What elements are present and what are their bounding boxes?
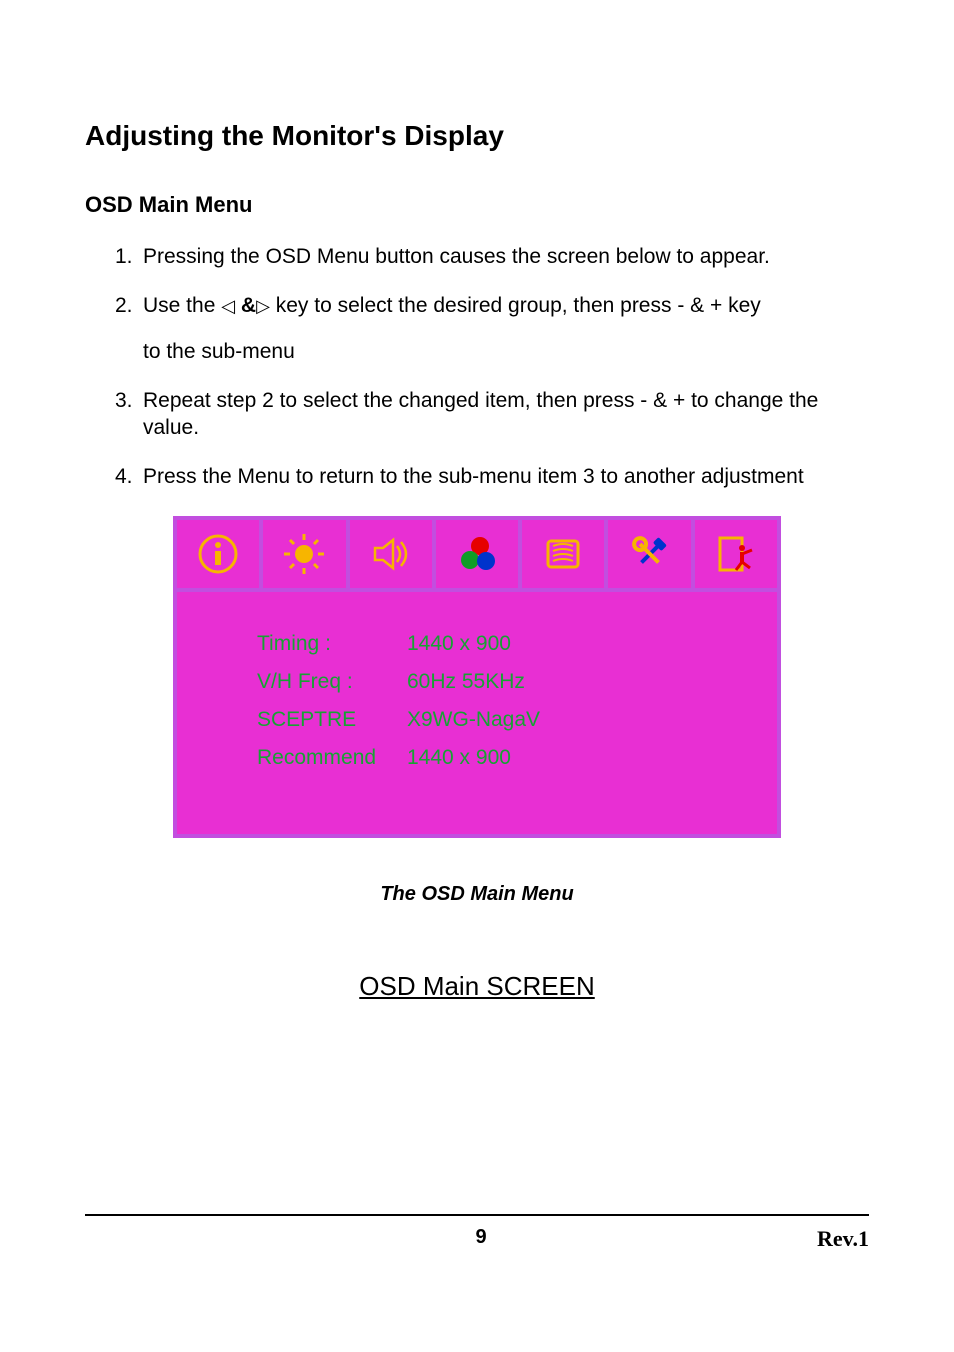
step-2a: Use the (143, 294, 221, 317)
osd-value: 60Hz 55KHz (407, 670, 525, 694)
list-number: 4. (115, 463, 143, 490)
osd-label: V/H Freq : (257, 670, 407, 694)
osd-caption: The OSD Main Menu (85, 883, 869, 906)
osd-body: Timing : 1440 x 900 V/H Freq : 60Hz 55KH… (177, 592, 777, 834)
osd-screen-title: OSD Main SCREEN (85, 971, 869, 1002)
osd-panel: Timing : 1440 x 900 V/H Freq : 60Hz 55KH… (173, 516, 781, 838)
list-number: 1. (115, 243, 143, 270)
osd-row: Recommend 1440 x 900 (257, 746, 777, 770)
section-heading: OSD Main Menu (85, 192, 869, 218)
osd-row: Timing : 1440 x 900 (257, 632, 777, 656)
osd-label: Recommend (257, 746, 407, 770)
page-title: Adjusting the Monitor's Display (85, 120, 869, 152)
color-icon (453, 530, 501, 578)
osd-tab-color[interactable] (436, 520, 522, 588)
osd-value: 1440 x 900 (407, 632, 511, 656)
list-number: 2. (115, 292, 143, 319)
osd-tab-volume[interactable] (350, 520, 436, 588)
osd-label: Timing : (257, 632, 407, 656)
osd-row: SCEPTRE X9WG-NagaV (257, 708, 777, 732)
step-3: Repeat step 2 to select the changed item… (143, 387, 869, 442)
brightness-icon (280, 530, 328, 578)
page-number: 9 (475, 1226, 486, 1252)
volume-icon (367, 530, 415, 578)
osd-value: X9WG-NagaV (407, 708, 540, 732)
info-icon (194, 530, 242, 578)
instruction-list: 1. Pressing the OSD Menu button causes t… (85, 243, 869, 491)
osd-tab-brightness[interactable] (263, 520, 349, 588)
list-number: 3. (115, 387, 143, 442)
exit-icon (712, 530, 760, 578)
osd-label: SCEPTRE (257, 708, 407, 732)
osd-row: V/H Freq : 60Hz 55KHz (257, 670, 777, 694)
revision-label: Rev.1 (817, 1226, 869, 1252)
step-4: Press the Menu to return to the sub-menu… (143, 463, 869, 490)
osd-value: 1440 x 900 (407, 746, 511, 770)
triangle-right-icon: ▷ (256, 295, 270, 318)
page-footer: 9 Rev.1 (85, 1214, 869, 1252)
triangle-left-icon: ◁ (221, 295, 235, 318)
osd-tab-bar (177, 520, 777, 592)
step-2: Use the ◁ &▷ key to select the desired g… (143, 292, 869, 319)
tools-icon (626, 530, 674, 578)
step-2-sub: to the sub-menu (143, 338, 869, 365)
step-2b: key to select the desired group, then pr… (270, 294, 761, 317)
osd-tab-geometry[interactable] (522, 520, 608, 588)
osd-tab-exit[interactable] (695, 520, 777, 588)
geometry-icon (539, 530, 587, 578)
osd-tab-tools[interactable] (608, 520, 694, 588)
osd-tab-info[interactable] (177, 520, 263, 588)
step-1: Pressing the OSD Menu button causes the … (143, 243, 869, 270)
